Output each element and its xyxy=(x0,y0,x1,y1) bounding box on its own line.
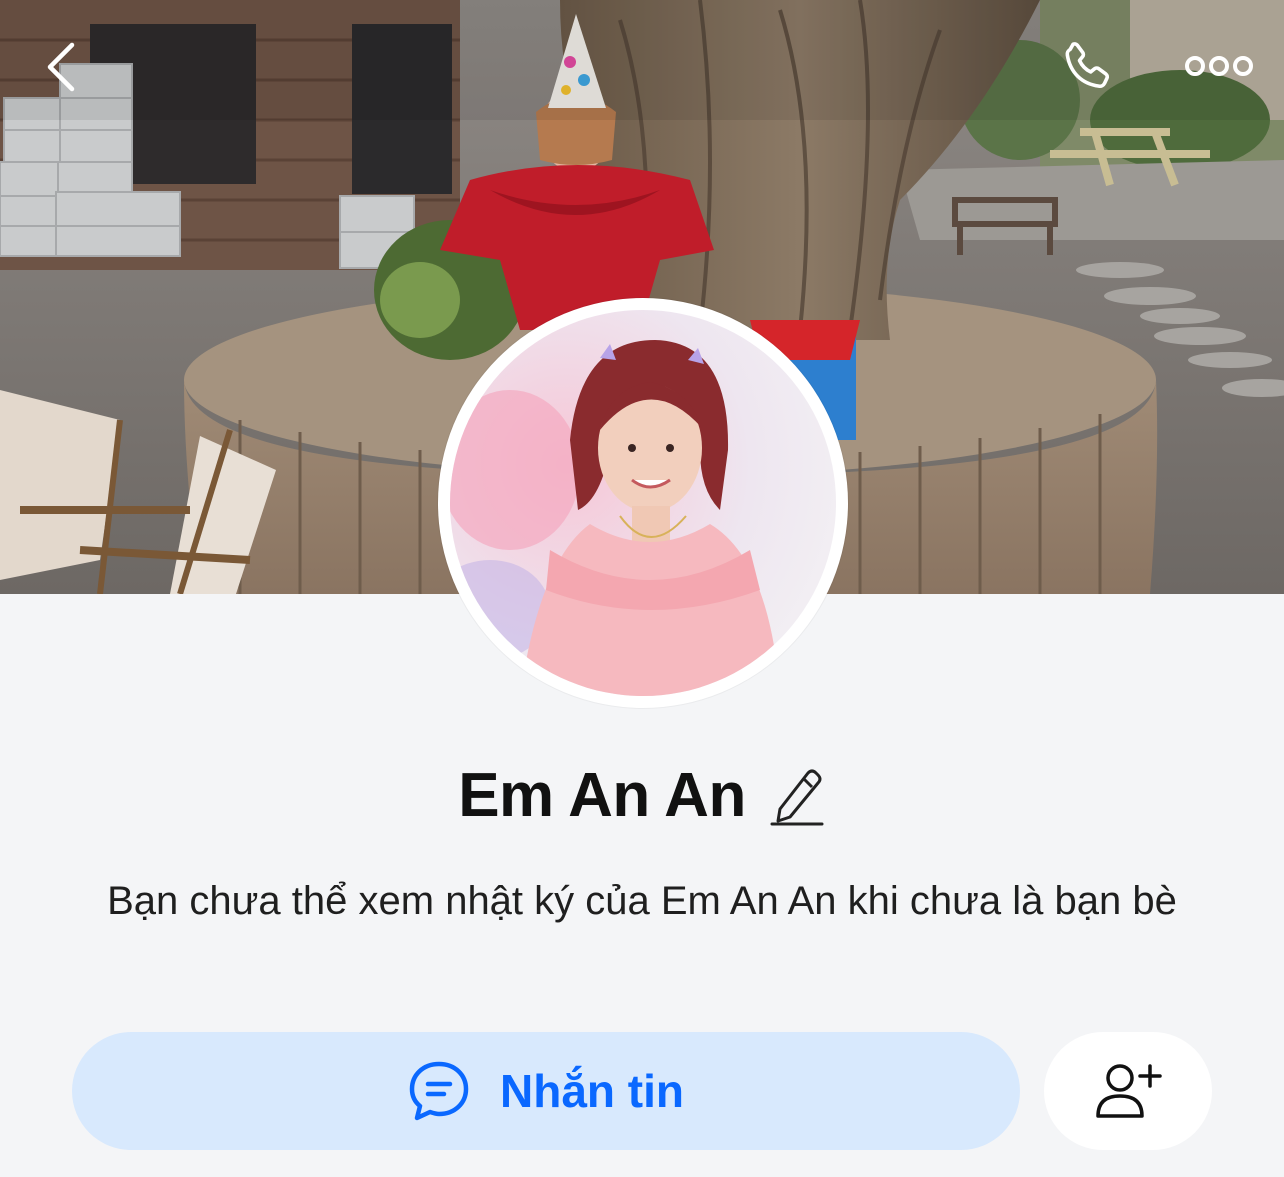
message-button-label: Nhắn tin xyxy=(500,1065,684,1117)
diary-locked-notice: Bạn chưa thể xem nhật ký của Em An An kh… xyxy=(107,879,1177,923)
edit-name-button[interactable] xyxy=(770,765,826,827)
profile-name: Em An An xyxy=(458,761,746,830)
chevron-left-icon xyxy=(47,42,75,92)
chat-bubble-icon xyxy=(409,1061,469,1121)
add-friend-icon xyxy=(1096,1064,1162,1118)
profile-page: Em An An Bạn chưa thể xem nhật ký của Em… xyxy=(0,0,1284,1177)
pencil-icon xyxy=(770,769,824,825)
call-button[interactable] xyxy=(1052,34,1122,100)
more-options-button[interactable] xyxy=(1180,44,1258,88)
avatar[interactable] xyxy=(438,298,848,708)
phone-icon xyxy=(1065,42,1110,89)
back-button[interactable] xyxy=(30,36,92,98)
message-button[interactable]: Nhắn tin xyxy=(72,1032,1020,1150)
avatar-image xyxy=(450,310,836,696)
more-dots-icon xyxy=(1185,56,1253,76)
name-row: Em An An xyxy=(0,760,1284,831)
avatar-photo xyxy=(450,310,836,696)
add-friend-button[interactable] xyxy=(1044,1032,1212,1150)
